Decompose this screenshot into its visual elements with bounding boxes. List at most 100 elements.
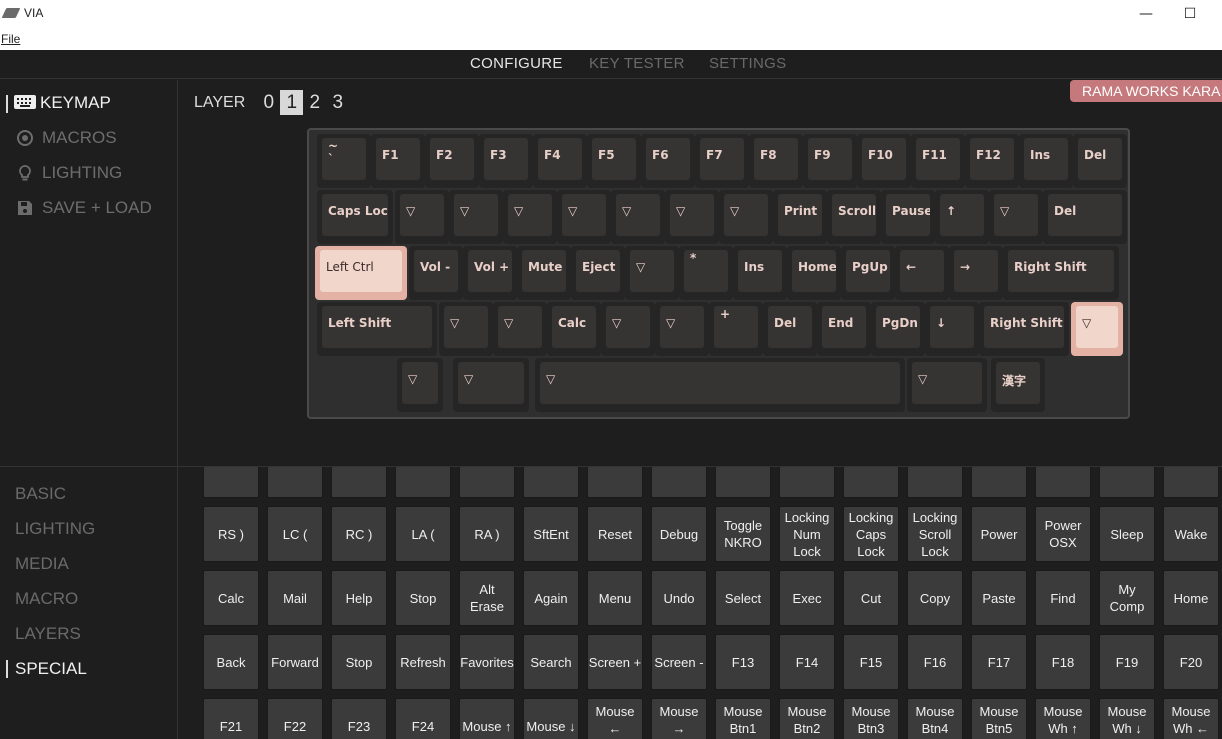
keymap-key[interactable]: Pause bbox=[881, 190, 935, 244]
keymap-key[interactable]: PgUp bbox=[841, 246, 895, 300]
keycode-button[interactable]: SftEnt bbox=[523, 506, 579, 562]
layer-2-button[interactable]: 2 bbox=[303, 90, 326, 115]
keymap-key[interactable]: Eject bbox=[571, 246, 625, 300]
keycode-button[interactable]: Screen - bbox=[651, 634, 707, 690]
keycode-button[interactable]: F14 bbox=[779, 634, 835, 690]
keycode-button[interactable]: ¥ bbox=[715, 467, 771, 498]
keycode-button[interactable]: Mail bbox=[267, 570, 323, 626]
keycode-button[interactable]: F13 bbox=[715, 634, 771, 690]
keymap-key[interactable]: ▽ bbox=[395, 190, 449, 244]
keymap-key[interactable]: ▽ bbox=[449, 190, 503, 244]
keymap-key[interactable]: 漢字 bbox=[991, 358, 1045, 412]
sidebar-item-save-load[interactable]: SAVE + LOAD bbox=[16, 198, 152, 218]
keycode-button[interactable]: Refresh bbox=[395, 634, 451, 690]
keycode-button[interactable]: F19 bbox=[1099, 634, 1155, 690]
keycode-button[interactable]: Mouse Btn2 bbox=[779, 698, 835, 739]
keymap-key[interactable]: ▽ bbox=[503, 190, 557, 244]
keycode-button[interactable]: Mouse Btn4 bbox=[907, 698, 963, 739]
sidebar-item-lighting[interactable]: LIGHTING bbox=[16, 163, 122, 183]
sidebar-item-keymap[interactable]: KEYMAP bbox=[14, 93, 111, 113]
sidebar-item-macros[interactable]: MACROS bbox=[16, 128, 117, 148]
keycode-button[interactable]: Back bbox=[203, 634, 259, 690]
keycode-button[interactable]: Menu bbox=[587, 570, 643, 626]
keycode-button[interactable]: Reset bbox=[587, 506, 643, 562]
keymap-key[interactable]: F6 bbox=[641, 134, 695, 188]
keymap-key[interactable]: Left Ctrl bbox=[315, 246, 407, 300]
keycode-button[interactable]: Mouse Btn5 bbox=[971, 698, 1027, 739]
keymap-key[interactable]: End bbox=[817, 302, 871, 356]
keycode-button[interactable]: LA ( bbox=[395, 506, 451, 562]
keycode-button[interactable]: Find bbox=[1035, 570, 1091, 626]
keycode-button[interactable]: RA ) bbox=[459, 506, 515, 562]
keymap-key[interactable]: Calc bbox=[547, 302, 601, 356]
keycode-button[interactable]: Cut bbox=[843, 570, 899, 626]
keymap-key[interactable]: + bbox=[709, 302, 763, 356]
keycode-button[interactable]: : bbox=[267, 467, 323, 498]
keymap-key[interactable]: F2 bbox=[425, 134, 479, 188]
keymap-key[interactable]: ▽ bbox=[493, 302, 547, 356]
keycode-button[interactable]: Mouse ↑ bbox=[459, 698, 515, 739]
keycode-button[interactable]: My Comp bbox=[1099, 570, 1155, 626]
keymap-key[interactable]: ▽ bbox=[907, 358, 987, 412]
keymap-key[interactable]: F4 bbox=[533, 134, 587, 188]
keycode-button[interactable]: Help bbox=[331, 570, 387, 626]
keymap-key[interactable]: F12 bbox=[965, 134, 1019, 188]
keycode-button[interactable]: 한영 bbox=[907, 467, 963, 498]
keycode-button[interactable]: かな bbox=[1035, 467, 1091, 498]
keymap-key[interactable]: ▽ bbox=[719, 190, 773, 244]
keymap-key[interactable]: ▽ bbox=[557, 190, 611, 244]
keycode-button[interactable]: F16 bbox=[907, 634, 963, 690]
tab-configure[interactable]: CONFIGURE bbox=[470, 55, 563, 72]
keymap-key[interactable]: ~ ` bbox=[317, 134, 371, 188]
category-media[interactable]: MEDIA bbox=[15, 554, 69, 574]
keymap-key[interactable]: ▽ bbox=[665, 190, 719, 244]
keymap-key[interactable]: F7 bbox=[695, 134, 749, 188]
keycode-button[interactable]: Wake bbox=[1163, 506, 1219, 562]
keycode-button[interactable]: Home bbox=[1163, 570, 1219, 626]
keycode-button[interactable]: Locking Caps Lock bbox=[843, 506, 899, 562]
keymap-key[interactable]: Ins bbox=[733, 246, 787, 300]
keycode-button[interactable]: Mouse Wh ↑ bbox=[1035, 698, 1091, 739]
keycode-button[interactable]: Favorites bbox=[459, 634, 515, 690]
maximize-button[interactable]: ☐ bbox=[1180, 4, 1200, 24]
keycode-button[interactable]: LC ( bbox=[267, 506, 323, 562]
keycode-button[interactable]: Mouse Wh ↓ bbox=[1099, 698, 1155, 739]
keymap-key[interactable]: ▽ bbox=[439, 302, 493, 356]
keymap-key[interactable]: F1 bbox=[371, 134, 425, 188]
keycode-button[interactable]: Power OSX bbox=[1035, 506, 1091, 562]
category-macro[interactable]: MACRO bbox=[15, 589, 78, 609]
keycode-button[interactable]: Mouse Btn1 bbox=[715, 698, 771, 739]
category-basic[interactable]: BASIC bbox=[15, 484, 66, 504]
keymap-key[interactable]: Del bbox=[763, 302, 817, 356]
keycode-button[interactable]: LS ( bbox=[1163, 467, 1219, 498]
keymap-key[interactable]: F11 bbox=[911, 134, 965, 188]
keymap-key[interactable]: Print bbox=[773, 190, 827, 244]
keycode-button[interactable]: Mouse Wh ← bbox=[1163, 698, 1219, 739]
keymap-key[interactable]: Left Shift bbox=[317, 302, 437, 356]
keycode-button[interactable]: 無変換 bbox=[779, 467, 835, 498]
keymap-key[interactable]: ▽ bbox=[535, 358, 905, 412]
keycode-button[interactable]: Stop bbox=[395, 570, 451, 626]
keycode-button[interactable]: F22 bbox=[267, 698, 323, 739]
keycode-button[interactable]: Copy bbox=[907, 570, 963, 626]
keycode-button[interactable]: ? bbox=[395, 467, 451, 498]
keycode-button[interactable]: Mouse Btn3 bbox=[843, 698, 899, 739]
keycode-button[interactable]: Locking Num Lock bbox=[779, 506, 835, 562]
keycode-button[interactable]: Calc bbox=[203, 570, 259, 626]
keycode-button[interactable]: NUBS bbox=[587, 467, 643, 498]
keycode-button[interactable]: Stop bbox=[331, 634, 387, 690]
keycode-button[interactable]: Ro bbox=[651, 467, 707, 498]
keymap-key[interactable]: Scroll bbox=[827, 190, 881, 244]
keycode-button[interactable]: F21 bbox=[203, 698, 259, 739]
keycode-button[interactable]: Esc ` bbox=[1099, 467, 1155, 498]
keymap-key[interactable]: F10 bbox=[857, 134, 911, 188]
keymap-key[interactable]: ▽ bbox=[1071, 302, 1123, 356]
keycode-button[interactable]: | bbox=[331, 467, 387, 498]
keycode-button[interactable]: > bbox=[203, 467, 259, 498]
keymap-key[interactable]: ▽ bbox=[989, 190, 1043, 244]
category-special[interactable]: SPECIAL bbox=[15, 659, 87, 679]
keycode-button[interactable]: Mouse ← bbox=[587, 698, 643, 739]
keymap-key[interactable]: F5 bbox=[587, 134, 641, 188]
keycode-button[interactable]: 変換 bbox=[971, 467, 1027, 498]
minimize-button[interactable]: — bbox=[1136, 4, 1156, 24]
